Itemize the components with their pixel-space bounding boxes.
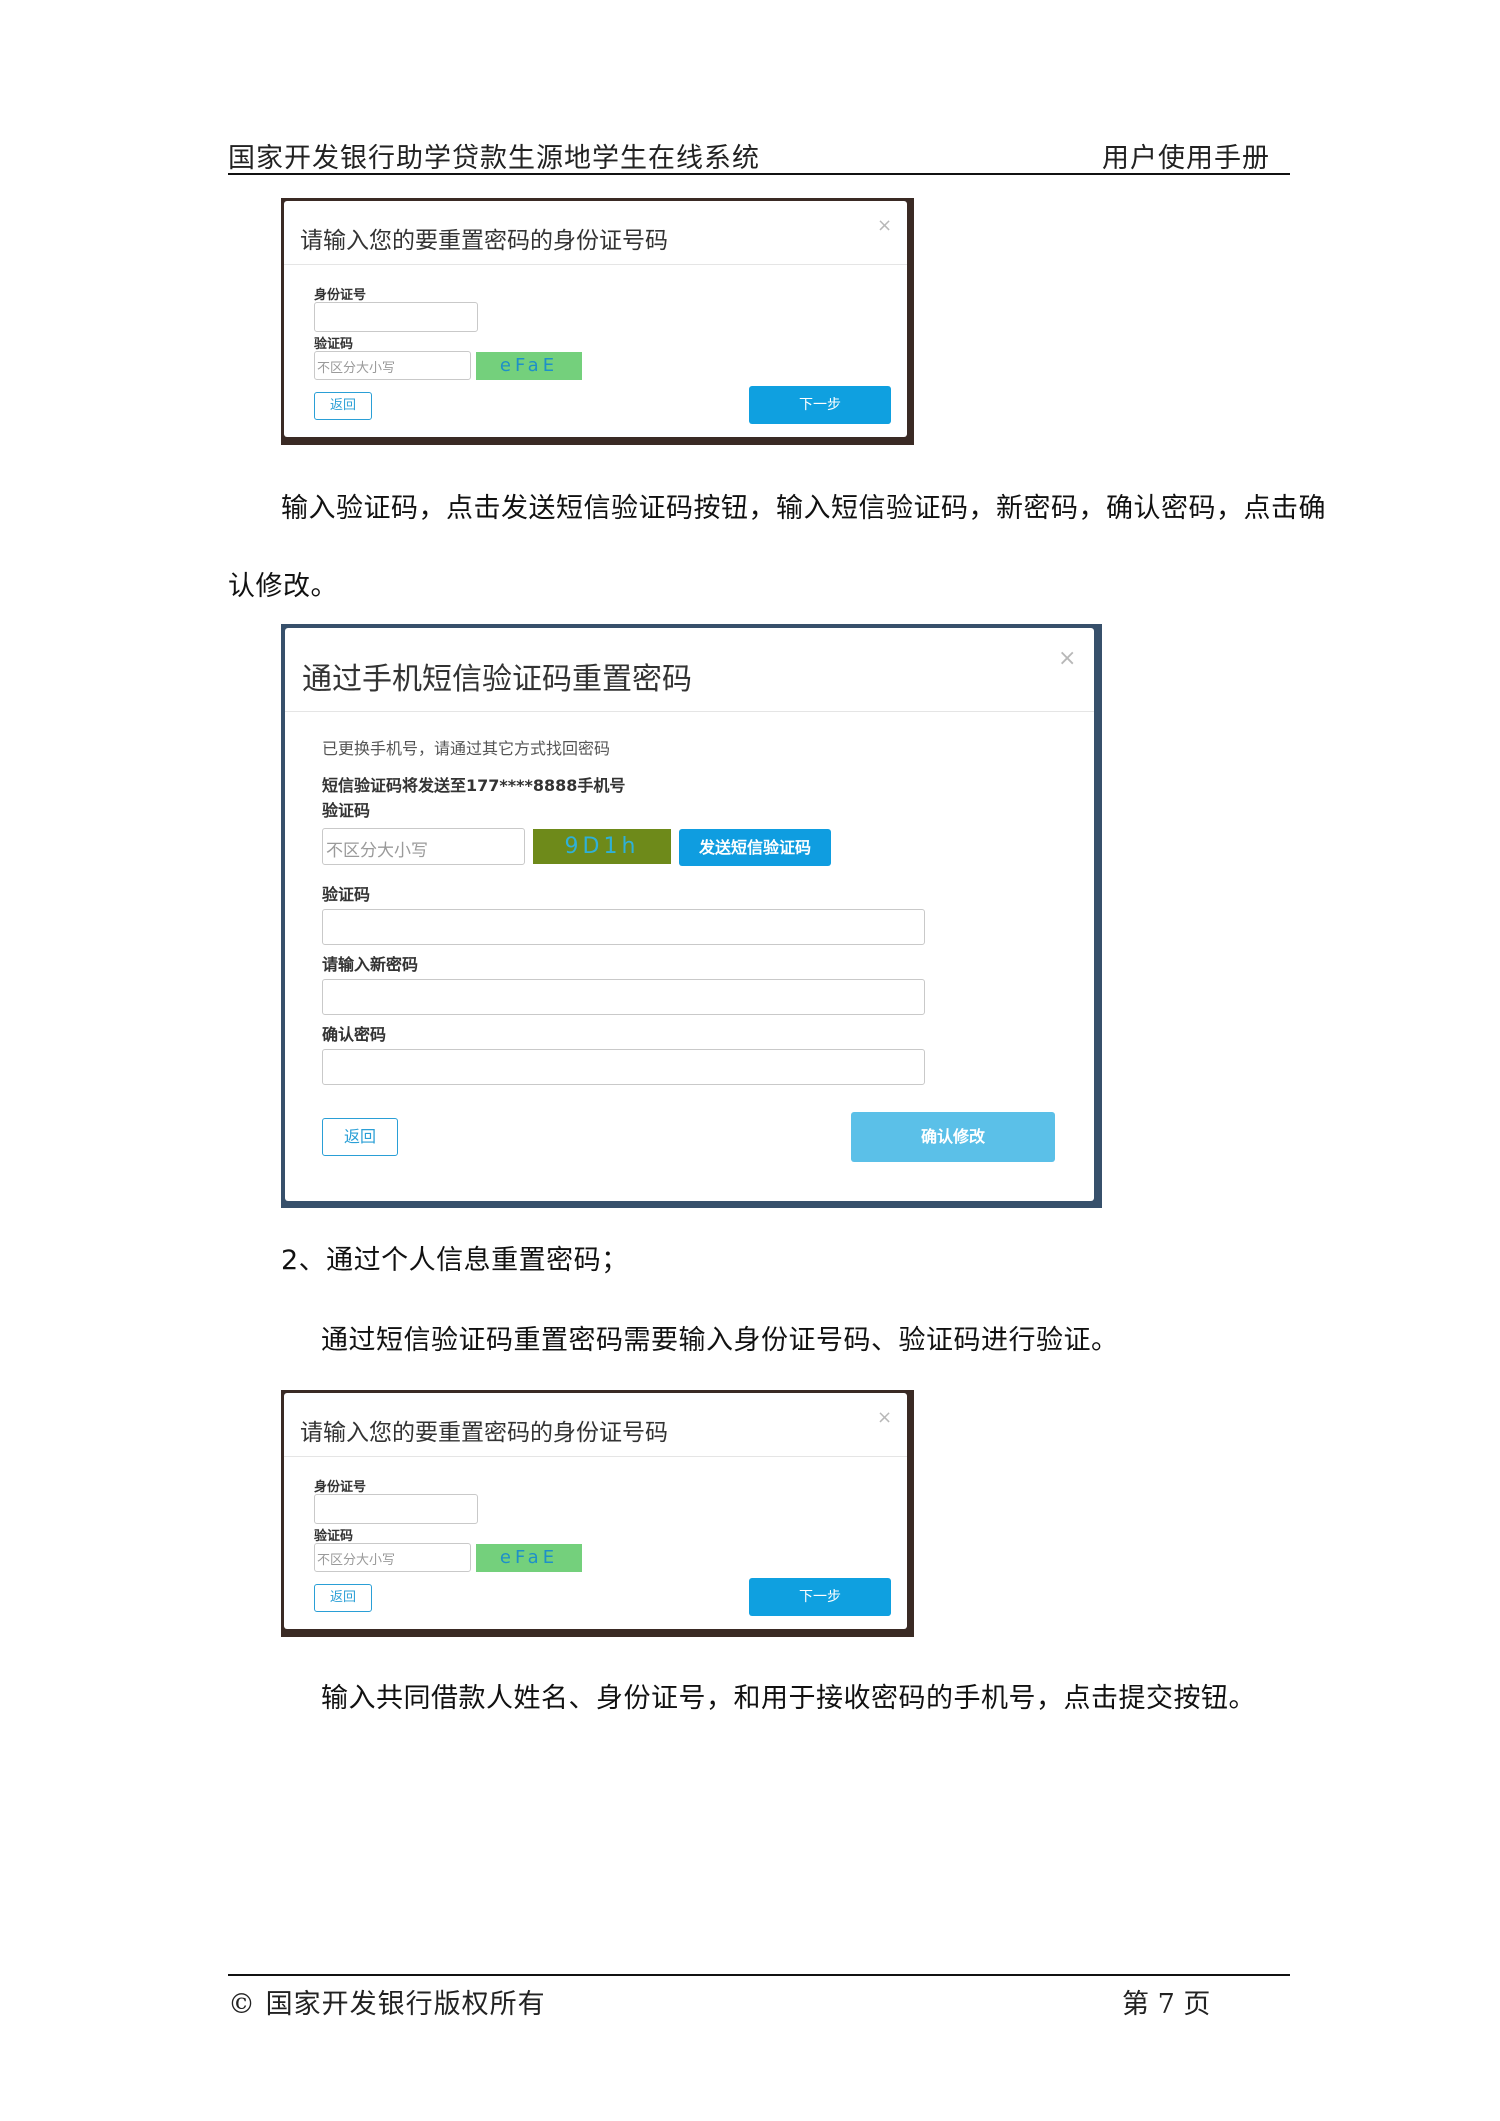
footer-copyright: © 国家开发银行版权所有 [228, 1989, 546, 2020]
screenshot-id-reset-modal-1: 请输入您的要重置密码的身份证号码 × 身份证号 验证码 不区分大小写 eFaE … [281, 198, 914, 445]
sms-code-label: 验证码 [322, 885, 371, 904]
id-reset-modal: 请输入您的要重置密码的身份证号码 × 身份证号 验证码 不区分大小写 eFaE … [284, 201, 907, 437]
back-button[interactable]: 返回 [322, 1118, 398, 1156]
header-divider [228, 173, 1290, 175]
next-step-button[interactable]: 下一步 [749, 1578, 891, 1616]
back-button[interactable]: 返回 [314, 1584, 372, 1612]
id-number-label: 身份证号 [314, 1480, 367, 1495]
id-number-input[interactable] [314, 302, 478, 332]
final-instruction: 输入共同借款人姓名、身份证号，和用于接收密码的手机号，点击提交按钮。 [321, 1683, 1256, 1714]
footer-page-number: 第 7 页 [1122, 1989, 1211, 2020]
captcha-label: 验证码 [314, 1529, 354, 1544]
confirm-change-button[interactable]: 确认修改 [851, 1112, 1055, 1162]
back-button[interactable]: 返回 [314, 392, 372, 420]
header-manual-label: 用户使用手册 [1102, 143, 1270, 174]
captcha-image[interactable]: eFaE [476, 1544, 582, 1572]
sms-code-input[interactable] [322, 909, 925, 945]
section-2-description: 通过短信验证码重置密码需要输入身份证号码、验证码进行验证。 [321, 1325, 1119, 1356]
captcha-image[interactable]: 9D1h [533, 829, 671, 864]
send-sms-code-button[interactable]: 发送短信验证码 [679, 829, 831, 866]
id-number-input[interactable] [314, 1494, 478, 1524]
modal-title: 请输入您的要重置密码的身份证号码 [300, 1420, 668, 1446]
close-icon[interactable]: × [877, 1407, 892, 1428]
screenshot-id-reset-modal-2: 请输入您的要重置密码的身份证号码 × 身份证号 验证码 不区分大小写 eFaE … [281, 1390, 914, 1637]
close-icon[interactable]: × [877, 215, 892, 236]
instruction-line-2: 认修改。 [228, 571, 338, 602]
captcha-label: 验证码 [322, 801, 371, 820]
captcha-label: 验证码 [314, 337, 354, 352]
confirm-password-label: 确认密码 [322, 1025, 387, 1044]
new-password-input[interactable] [322, 979, 925, 1015]
instruction-line-1: 输入验证码，点击发送短信验证码按钮，输入短信验证码，新密码，确认密码，点击确 [281, 493, 1326, 524]
confirm-password-input[interactable] [322, 1049, 925, 1085]
captcha-placeholder: 不区分大小写 [317, 1553, 396, 1568]
next-step-button[interactable]: 下一步 [749, 386, 891, 424]
id-number-label: 身份证号 [314, 288, 367, 303]
section-2-heading: 2、通过个人信息重置密码； [281, 1245, 629, 1276]
footer-divider [228, 1974, 1290, 1976]
header-document-title: 国家开发银行助学贷款生源地学生在线系统 [228, 143, 760, 174]
close-icon[interactable]: × [1058, 646, 1076, 671]
modal-title: 通过手机短信验证码重置密码 [302, 662, 692, 697]
id-reset-modal: 请输入您的要重置密码的身份证号码 × 身份证号 验证码 不区分大小写 eFaE … [284, 1393, 907, 1629]
sms-destination-text: 短信验证码将发送至177****8888手机号 [322, 776, 626, 795]
captcha-placeholder: 不区分大小写 [326, 841, 428, 861]
sms-reset-modal: 通过手机短信验证码重置密码 × 已更换手机号，请通过其它方式找回密码 短信验证码… [285, 628, 1094, 1201]
captcha-placeholder: 不区分大小写 [317, 361, 396, 376]
new-password-label: 请输入新密码 [322, 955, 419, 974]
captcha-image[interactable]: eFaE [476, 352, 582, 380]
phone-changed-notice: 已更换手机号，请通过其它方式找回密码 [322, 739, 611, 758]
modal-title: 请输入您的要重置密码的身份证号码 [300, 228, 668, 254]
screenshot-sms-reset-modal: 通过手机短信验证码重置密码 × 已更换手机号，请通过其它方式找回密码 短信验证码… [281, 624, 1102, 1208]
